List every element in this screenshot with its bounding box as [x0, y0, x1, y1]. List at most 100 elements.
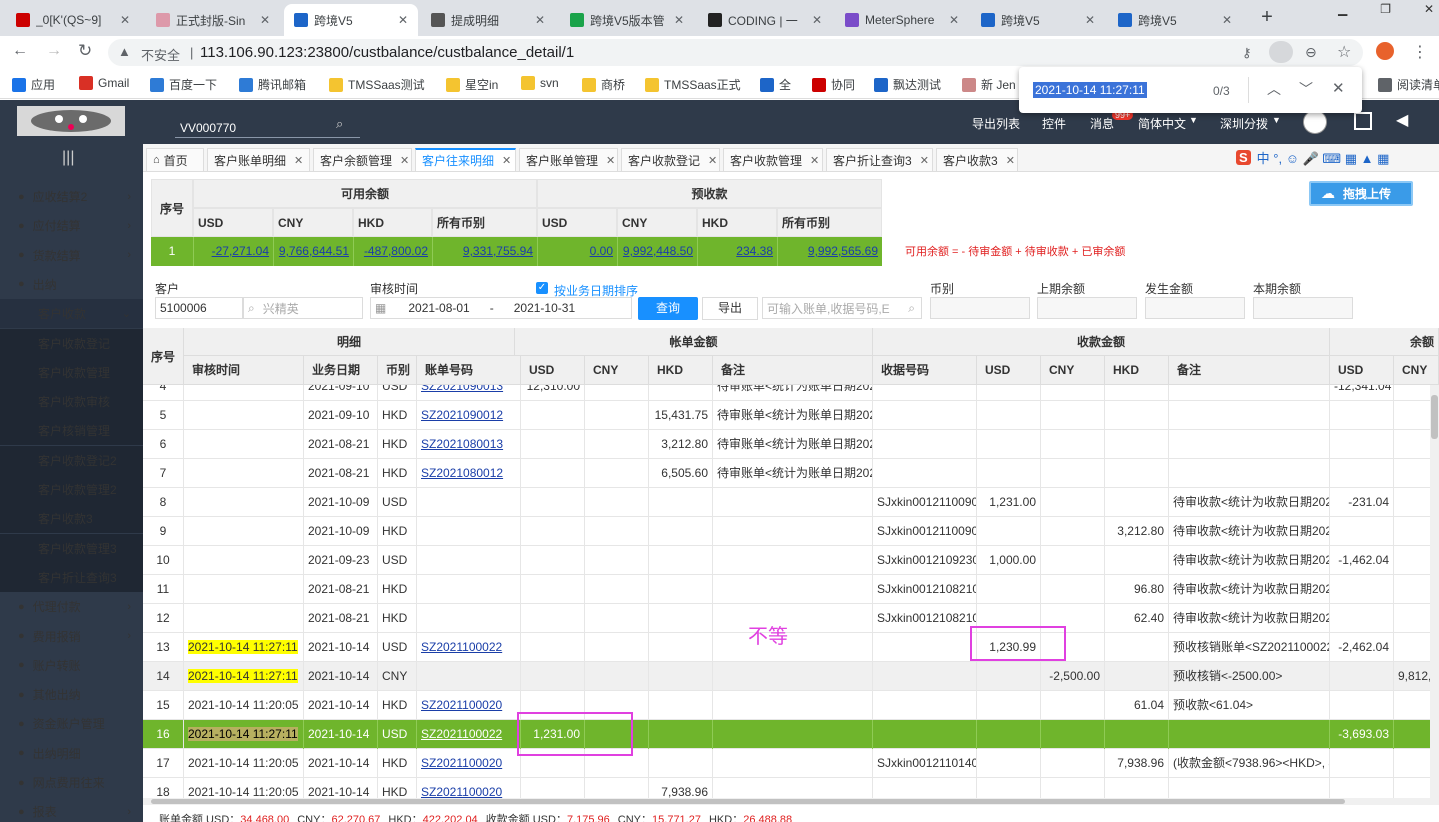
- browser-tab[interactable]: 跨境V5版本管 ✕: [560, 4, 694, 36]
- tab-close-icon[interactable]: ✕: [1222, 13, 1232, 27]
- sidebar-item[interactable]: ● 资金账户管理: [0, 709, 143, 738]
- browser-tab[interactable]: CODING | 一 ✕: [698, 4, 832, 36]
- summary-value[interactable]: 9,992,565.69: [777, 237, 882, 266]
- summary-value[interactable]: 9,766,644.51: [273, 237, 353, 266]
- language-select[interactable]: 简体中文: [1138, 115, 1186, 132]
- vertical-scrollbar[interactable]: [1430, 385, 1439, 798]
- sidebar-item[interactable]: 客户折让查询3: [0, 562, 143, 592]
- query-button[interactable]: 查询: [638, 297, 698, 320]
- bookmark-item[interactable]: 商桥: [582, 76, 625, 93]
- bookmark-item[interactable]: 阅读清单: [1378, 76, 1439, 93]
- tab-close-icon[interactable]: ✕: [400, 154, 409, 167]
- page-tab[interactable]: 客户收款管理 ✕: [723, 148, 823, 172]
- sidebar-item[interactable]: 客户收款审核: [0, 387, 143, 417]
- bookmark-item[interactable]: 协同: [812, 76, 855, 93]
- tab-close-icon[interactable]: ✕: [1085, 13, 1095, 27]
- table-cell-bill[interactable]: SZ2021090013: [417, 385, 521, 401]
- page-tab[interactable]: 客户余额管理 ✕: [313, 148, 412, 172]
- bookmark-item[interactable]: 新 Jen: [962, 76, 1016, 93]
- sidebar-item[interactable]: ● 账户转账: [0, 651, 143, 680]
- table-cell-bill[interactable]: SZ2021080012: [417, 459, 521, 488]
- upload-button[interactable]: ☁ 拖拽上传: [1309, 181, 1413, 206]
- ime-logo-icon[interactable]: S: [1236, 149, 1251, 165]
- sidebar-item[interactable]: 客户收款 ⌄: [0, 299, 143, 329]
- url-text[interactable]: 113.106.90.123:23800/custbalance/custbal…: [200, 44, 574, 61]
- summary-value[interactable]: 0.00: [537, 237, 617, 266]
- table-row[interactable]: 9 2021-10-09HKD SJxkin001211009001 3,212.80…: [143, 517, 1431, 546]
- tab-close-icon[interactable]: ✕: [502, 154, 511, 167]
- tab-close-icon[interactable]: ✕: [120, 13, 130, 27]
- table-row[interactable]: 11 2021-08-21HKD SJxkin001210821003 96.80待审…: [143, 575, 1431, 604]
- table-cell-bill[interactable]: SZ2021100020: [417, 691, 521, 720]
- sort-checkbox[interactable]: ✓: [536, 282, 548, 294]
- browser-tab[interactable]: _0[K'(QS~9] ✕: [6, 4, 140, 36]
- table-row[interactable]: 8 2021-10-09USD SJxkin0012110090021,231.00…: [143, 488, 1431, 517]
- browser-tab[interactable]: 跨境V5 ✕: [284, 4, 418, 36]
- sidebar-item[interactable]: ● 出纳: [0, 270, 143, 299]
- customer-code-input[interactable]: 5100006: [155, 297, 243, 319]
- browser-tab[interactable]: 跨境V5 ✕: [971, 4, 1105, 36]
- new-tab-icon[interactable]: +: [1254, 6, 1280, 30]
- sidebar-item[interactable]: ● 报表 ›: [0, 797, 143, 822]
- tab-close-icon[interactable]: ✕: [294, 154, 303, 167]
- bookmark-item[interactable]: Gmail: [79, 76, 129, 90]
- tab-close-icon[interactable]: ✕: [812, 13, 822, 27]
- horizontal-scrollbar[interactable]: [143, 798, 1439, 805]
- page-tab[interactable]: 客户往来明细 ✕: [415, 148, 516, 172]
- tab-close-icon[interactable]: ✕: [260, 13, 270, 27]
- date-range-input[interactable]: ▦ 2021-08-01 - 2021-10-31: [370, 297, 632, 319]
- date-from[interactable]: 2021-08-01: [408, 301, 469, 315]
- summary-value[interactable]: 234.38: [697, 237, 777, 266]
- page-tab[interactable]: 客户账单管理 ✕: [519, 148, 618, 172]
- table-cell-bill[interactable]: SZ2021100020: [417, 749, 521, 778]
- tab-close-icon[interactable]: ✕: [606, 154, 615, 167]
- table-row[interactable]: 5 2021-09-10 HKD SZ2021090012 15,431.75 待审账单<…: [143, 401, 1431, 430]
- page-tab[interactable]: 客户收款登记 ✕: [621, 148, 720, 172]
- sidebar-item[interactable]: ● 货款结算 ›: [0, 241, 143, 270]
- controls-link[interactable]: 控件: [1042, 115, 1066, 132]
- collapse-icon[interactable]: ◀: [1396, 110, 1408, 130]
- table-row[interactable]: 6 2021-08-21 HKD SZ2021080013 3,212.80 待审账单<统…: [143, 430, 1431, 459]
- table-row[interactable]: 18 2021-10-14 11:20:05 2021-10-14 HKD SZ2021…: [143, 778, 1431, 798]
- avatar[interactable]: [1303, 110, 1327, 134]
- page-tab[interactable]: 客户账单明细 ✕: [207, 148, 310, 172]
- sidebar-item[interactable]: 客户收款管理: [0, 357, 143, 387]
- summary-value[interactable]: -27,271.04: [193, 237, 273, 266]
- browser-tab[interactable]: MeterSphere ✕: [835, 4, 969, 36]
- search-icon[interactable]: ⌕: [336, 116, 343, 132]
- bookmark-item[interactable]: 飘达测试: [874, 76, 941, 93]
- messages-link[interactable]: 消息: [1090, 115, 1114, 132]
- minimize-icon[interactable]: ▁: [1338, 2, 1347, 18]
- sidebar-item[interactable]: ● 费用报销 ›: [0, 622, 143, 651]
- bookmark-item[interactable]: svn: [521, 76, 559, 90]
- sidebar-item[interactable]: 客户核销管理: [0, 416, 143, 446]
- sidebar-item[interactable]: 客户收款登记2: [0, 445, 143, 475]
- tab-close-icon[interactable]: ✕: [398, 13, 408, 27]
- back-icon[interactable]: ←: [12, 42, 28, 60]
- table-row[interactable]: 10 2021-09-23USD SJxkin0012109230141,000.0…: [143, 546, 1431, 575]
- sidebar-item[interactable]: ● 其他出纳: [0, 680, 143, 709]
- find-next-icon[interactable]: ﹀: [1299, 79, 1313, 99]
- sidebar-item[interactable]: 客户收款3: [0, 504, 143, 534]
- bookmark-item[interactable]: 星空in: [446, 76, 498, 93]
- sidebar-item[interactable]: 客户收款登记: [0, 328, 143, 358]
- table-row[interactable]: 14 2021-10-14 11:27:11 2021-10-14 CNY -2,500…: [143, 662, 1431, 691]
- warning-icon[interactable]: ▲: [118, 44, 131, 59]
- table-cell-bill[interactable]: SZ2021080013: [417, 430, 521, 459]
- table-cell-bill[interactable]: SZ2021100020: [417, 778, 521, 798]
- search-icon[interactable]: ⌕: [908, 301, 915, 316]
- menu-dots-icon[interactable]: ⋮: [1412, 42, 1428, 62]
- date-to[interactable]: 2021-10-31: [514, 301, 575, 315]
- key-icon[interactable]: ⚷: [1242, 45, 1252, 61]
- bookmark-item[interactable]: TMSSaas正式: [645, 76, 741, 93]
- tab-close-icon[interactable]: ✕: [810, 154, 819, 167]
- ime-icons[interactable]: 中 °, ☺ 🎤 ⌨ ▦ ▲ ▦: [1257, 148, 1390, 167]
- find-icon[interactable]: [1269, 41, 1293, 63]
- tab-close-icon[interactable]: ✕: [949, 13, 959, 27]
- tab-close-icon[interactable]: ✕: [674, 13, 684, 27]
- bookmark-item[interactable]: 全: [760, 76, 791, 93]
- fullscreen-icon[interactable]: [1354, 112, 1372, 130]
- tab-close-icon[interactable]: ✕: [1006, 154, 1015, 167]
- page-tab[interactable]: 客户折让查询3 ✕: [826, 148, 933, 172]
- tab-close-icon[interactable]: ✕: [920, 154, 929, 167]
